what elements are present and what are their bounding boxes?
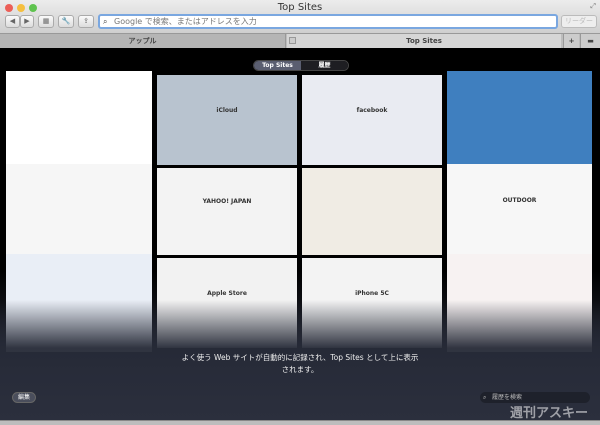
top-sites-caption: よく使う Web サイトが自動的に記録され、Top Sites として上に表示さ… [181, 353, 419, 374]
title-bar: Top Sites ⤢ ◀ ▶ ▦ 🔧 ⇪ ⌕ Google で検索、またはアド… [0, 0, 600, 33]
thumbnail-label: YAHOO! JAPAN [202, 198, 252, 206]
top-site-thumbnail[interactable]: YAHOO! JAPAN [157, 168, 297, 255]
tab-overview-icon[interactable]: ▬ [580, 34, 600, 49]
top-site-thumbnail[interactable] [6, 71, 152, 169]
top-site-thumbnail[interactable] [447, 71, 592, 169]
tab-bar: アップル Top Sites + ▬ [0, 33, 600, 49]
top-site-thumbnail[interactable]: iCloud [157, 75, 297, 165]
thumbnail-label: facebook [356, 106, 388, 114]
wrench-icon[interactable]: 🔧 [58, 15, 74, 28]
close-tab-icon[interactable] [289, 37, 296, 44]
top-site-thumbnail[interactable] [302, 168, 442, 255]
window-title: Top Sites [277, 2, 323, 13]
address-bar[interactable]: ⌕ Google で検索、またはアドレスを入力 [98, 14, 558, 29]
top-site-thumbnail[interactable] [6, 164, 152, 259]
top-sites-grid-icon[interactable]: ▦ [38, 15, 54, 28]
tab-apple[interactable]: アップル [0, 34, 286, 49]
edit-button[interactable]: 編集 [12, 392, 36, 403]
forward-button[interactable]: ▶ [20, 15, 34, 28]
share-icon[interactable]: ⇪ [78, 15, 94, 28]
tab-top-sites[interactable]: Top Sites [287, 34, 561, 49]
watermark-logo: 週刊アスキー [510, 406, 589, 421]
history-segment[interactable]: 履歴 [301, 61, 348, 70]
top-site-thumbnail[interactable]: OUTDOOR [447, 164, 592, 259]
view-switcher: Top Sites 履歴 [253, 60, 349, 71]
top-sites-segment[interactable]: Top Sites [254, 61, 301, 70]
search-icon: ⌕ [483, 394, 487, 401]
thumbnail-label: iCloud [216, 106, 238, 114]
history-search-placeholder: 履歴を検索 [492, 394, 523, 401]
back-button[interactable]: ◀ [5, 15, 20, 28]
fullscreen-icon[interactable]: ⤢ [590, 2, 596, 11]
top-site-thumbnail[interactable]: facebook [302, 75, 442, 165]
address-placeholder: Google で検索、またはアドレスを入力 [114, 17, 257, 26]
thumbnail-label: iPhone 5C [355, 289, 389, 297]
reader-button[interactable]: リーダー [561, 15, 597, 28]
search-icon: ⌕ [103, 17, 108, 26]
thumbnail-label: Apple Store [207, 289, 247, 297]
window-bottom-edge [0, 420, 600, 425]
new-tab-button[interactable]: + [563, 34, 579, 49]
thumbnail-label: OUTDOOR [502, 197, 537, 205]
